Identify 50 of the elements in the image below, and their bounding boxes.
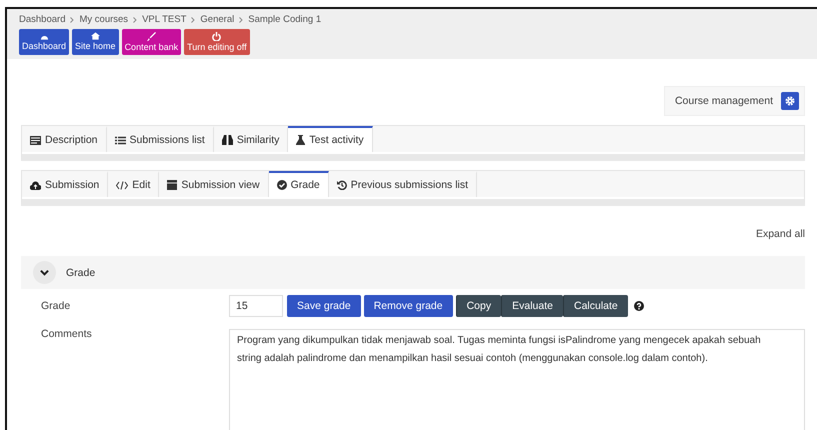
quick-link-button[interactable]: Content bank bbox=[122, 29, 182, 55]
chevron-icon bbox=[70, 16, 74, 22]
action-button[interactable]: Evaluate bbox=[501, 295, 563, 317]
breadcrumb-link[interactable]: My courses bbox=[79, 14, 128, 25]
tab[interactable]: Previous submissions list bbox=[328, 171, 478, 197]
settings-button[interactable] bbox=[781, 92, 799, 110]
chevron-icon bbox=[191, 16, 196, 22]
gear-icon bbox=[785, 96, 795, 106]
tab[interactable]: Submission view bbox=[159, 171, 269, 197]
flask-icon bbox=[296, 135, 306, 145]
help-icon bbox=[634, 301, 644, 311]
window-icon bbox=[167, 180, 178, 190]
code-icon bbox=[116, 180, 128, 190]
chevron-down-icon bbox=[40, 268, 49, 277]
section-title: Grade bbox=[66, 266, 96, 278]
action-button[interactable]: Remove grade bbox=[364, 295, 453, 317]
history-icon bbox=[336, 180, 347, 190]
breadcrumb-link[interactable]: Dashboard bbox=[19, 14, 66, 25]
chevron-icon bbox=[133, 16, 138, 22]
field-label: Comments bbox=[40, 327, 93, 342]
quick-link-button[interactable]: Site home bbox=[72, 29, 119, 55]
course-management-label: Course management bbox=[674, 95, 773, 107]
tab[interactable]: Grade bbox=[268, 171, 329, 197]
cloud-upload-icon bbox=[30, 180, 41, 190]
list-icon bbox=[114, 136, 126, 144]
document-icon bbox=[30, 136, 41, 144]
grade-field[interactable]: 15 bbox=[229, 295, 283, 317]
quick-link-button[interactable]: Turn editing off bbox=[184, 29, 250, 55]
brush-icon bbox=[146, 32, 156, 41]
breadcrumb-link[interactable]: General bbox=[200, 14, 234, 25]
comments-field[interactable]: Program yang dikumpulkan tidak menjawab soal. Tugas meminta fungsi isPalindrome yang mengecek apakah sebuah string adalah palindrome dan menampilkan hasil sesuai contoh (menggunakan console.log dalam contoh). bbox=[229, 329, 805, 430]
home-icon bbox=[90, 32, 100, 40]
breadcrumb-link[interactable]: VPL TEST bbox=[142, 14, 186, 25]
tab[interactable]: Submission bbox=[22, 171, 108, 197]
collapse-toggle[interactable] bbox=[33, 261, 56, 284]
tab[interactable]: Test activity bbox=[288, 126, 373, 152]
binoculars-icon bbox=[222, 135, 233, 145]
power-icon bbox=[212, 32, 222, 41]
expand-all-link[interactable]: Expand all bbox=[756, 228, 805, 240]
tab[interactable]: Description bbox=[22, 126, 107, 152]
check-circle-icon bbox=[276, 180, 287, 190]
quick-link-button[interactable]: Dashboard bbox=[19, 29, 70, 55]
field-label: Grade bbox=[40, 299, 72, 314]
action-button[interactable]: Calculate bbox=[562, 295, 628, 317]
chevron-icon bbox=[239, 16, 244, 22]
tab[interactable]: Submissions list bbox=[106, 126, 214, 152]
tab[interactable]: Edit bbox=[108, 171, 160, 197]
breadcrumb-link[interactable]: Sample Coding 1 bbox=[248, 14, 322, 25]
action-button[interactable]: Save grade bbox=[287, 295, 361, 317]
action-button[interactable]: Copy bbox=[456, 295, 502, 317]
